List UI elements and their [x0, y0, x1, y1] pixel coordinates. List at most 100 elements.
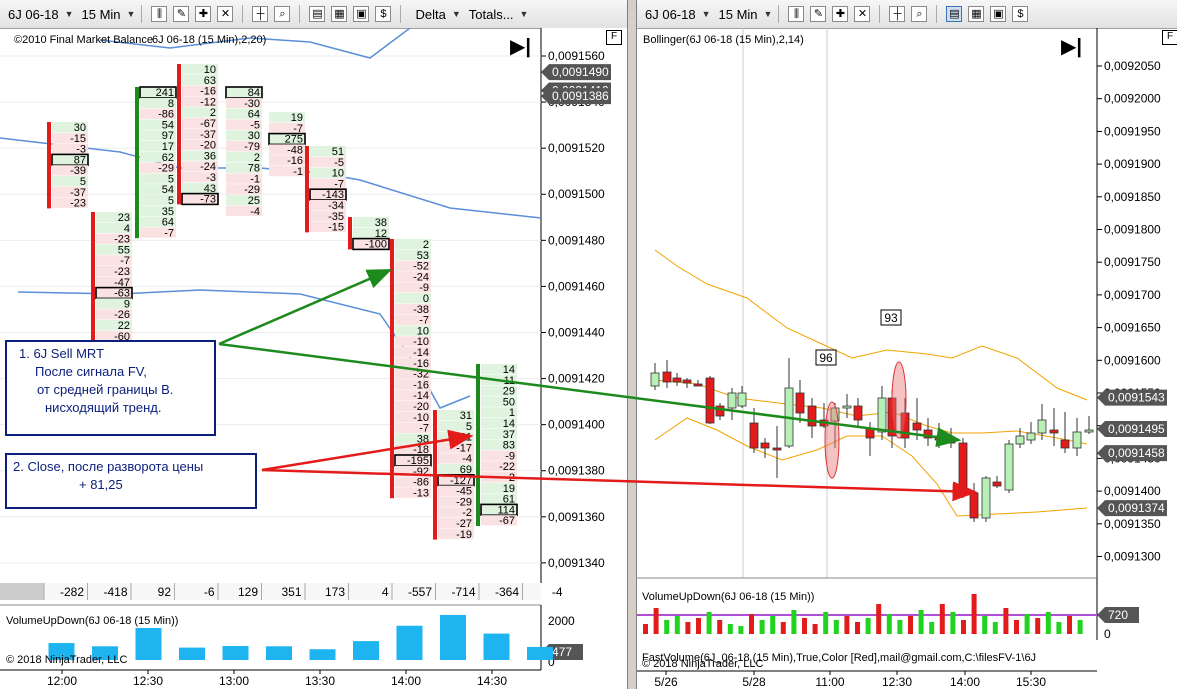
time-tick-label: 12:00	[47, 674, 77, 688]
volume-bar	[1077, 620, 1083, 634]
candle-body	[958, 442, 968, 494]
price-tick-label: 0,0091850	[1104, 190, 1161, 204]
left-chart-toolbar: 6J 06-18 ▼ 15 Min ▼ ⫼ ✎ ✚ ✕ ┼ ⌕ ▤ ▦ ▣ $ De…	[0, 0, 627, 29]
crosshair-icon[interactable]: ┼	[889, 6, 906, 22]
pin-icon[interactable]: ✚	[195, 6, 212, 22]
chart-header-text: ©2010 Final Market Balance	[14, 34, 153, 46]
pencil-icon[interactable]: ✎	[173, 6, 190, 22]
crosshair-icon[interactable]: ┼	[252, 6, 269, 22]
pin-off-icon[interactable]: ✕	[217, 6, 234, 22]
time-tick-label: 5/26	[654, 675, 678, 689]
volume-bar	[353, 641, 379, 660]
dollar-icon[interactable]: $	[1012, 6, 1029, 22]
zoom-icon[interactable]: ⌕	[911, 6, 928, 22]
volume-bar	[865, 618, 871, 634]
window-splitter[interactable]	[627, 0, 637, 689]
volume-bar	[992, 622, 998, 634]
volume-bar	[876, 604, 882, 634]
indicators-icon[interactable]: ▤	[946, 6, 963, 22]
indicators-icon[interactable]: ▤	[309, 6, 326, 22]
chevron-down-icon: ▼	[701, 9, 711, 19]
candle-body	[682, 379, 692, 384]
play-icon[interactable]: ▶|	[510, 34, 531, 59]
totals-row-header	[0, 583, 44, 600]
dollar-icon[interactable]: $	[375, 6, 392, 22]
pencil-icon[interactable]: ✎	[810, 6, 827, 22]
price-marker-label: 0,0091374	[1108, 501, 1165, 515]
bar-style-icon[interactable]: ⫼	[788, 6, 805, 22]
copyright-text: © 2018 NinjaTrader, LLC	[6, 654, 128, 666]
footprint-value: -15	[328, 222, 344, 234]
volume-bar	[440, 614, 466, 660]
price-tick-label: 0,0091600	[1104, 353, 1161, 367]
f-button[interactable]: F	[1162, 30, 1177, 45]
candle-body	[760, 442, 770, 449]
volume-bar	[266, 646, 292, 660]
volume-panel-label: VolumeUpDown(6J 06-18 (15 Min))	[6, 615, 179, 627]
volume-bar	[1014, 620, 1019, 634]
pin-icon[interactable]: ✚	[832, 6, 849, 22]
volume-bar	[802, 618, 807, 634]
chevron-down-icon: ▼	[519, 9, 529, 19]
price-tick-label: 0,0091460	[548, 279, 605, 293]
instrument-selector[interactable]: 6J 06-18 ▼	[645, 7, 711, 22]
chart-trader-icon[interactable]: ▣	[353, 6, 370, 22]
price-tick-label: 0,0091420	[548, 372, 605, 386]
price-marker-label: 0,0091386	[552, 89, 609, 103]
interval-selector[interactable]: 15 Min ▼	[719, 7, 773, 22]
volume-bar	[982, 616, 988, 634]
price-tick-label: 0,0091560	[548, 49, 605, 63]
note2-line1: 2. Close, после разворота цены	[13, 459, 204, 474]
note1-line1: 1. 6J Sell MRT	[19, 346, 105, 361]
bar-style-icon[interactable]: ⫼	[151, 6, 168, 22]
time-tick-label: 14:30	[477, 674, 507, 688]
candlestick-chart[interactable]: 0,0092050 0,0092000 0,0091950 0,0091900 0,00…	[637, 28, 1177, 689]
volume-bar	[971, 594, 977, 634]
indicator-label: 6J 06-18 (15 Min),2,20)	[152, 34, 267, 46]
time-tick-label: 14:00	[391, 674, 421, 688]
volume-bar	[653, 608, 659, 634]
f-button[interactable]: F	[606, 30, 622, 45]
footprint-value: -73	[200, 194, 216, 206]
strategies-icon[interactable]: ▦	[968, 6, 985, 22]
volume-axis-label: 0	[1104, 627, 1111, 641]
note1-line4: нисходящий тренд.	[45, 400, 162, 415]
zoom-icon[interactable]: ⌕	[274, 6, 291, 22]
price-tick-label: 0,0091700	[1104, 288, 1161, 302]
candle-body	[981, 477, 991, 519]
candle-body	[1004, 443, 1014, 491]
volume-bar	[950, 612, 956, 634]
annotation-note-1: 1. 6J Sell MRT После сигнала FV, от сред…	[5, 340, 216, 436]
price-marker-label: 0,0091543	[1108, 391, 1165, 405]
volume-bar	[1056, 622, 1062, 634]
instrument-selector[interactable]: 6J 06-18 ▼	[8, 7, 74, 22]
price-tick-label: 0,0091340	[548, 556, 605, 570]
interval-selector[interactable]: 15 Min ▼	[82, 7, 136, 22]
candle-body	[772, 447, 782, 451]
totals-value: -714	[451, 585, 475, 599]
volume-bar	[717, 620, 723, 634]
footprint-value: -13	[413, 487, 429, 499]
play-icon[interactable]: ▶|	[1061, 34, 1082, 59]
volume-bar	[179, 647, 205, 660]
footprint-bar	[47, 122, 51, 209]
footprint-bar	[91, 212, 95, 342]
signal-ellipse	[891, 361, 907, 439]
totals-selector[interactable]: Totals... ▼	[469, 7, 529, 22]
price-tick-label: 0,0091380	[548, 464, 605, 478]
pin-off-icon[interactable]: ✕	[854, 6, 871, 22]
volume-bar	[1024, 614, 1030, 634]
chart-trader-icon[interactable]: ▣	[990, 6, 1007, 22]
candle-body	[1084, 429, 1094, 433]
strategies-icon[interactable]: ▦	[331, 6, 348, 22]
style-selector[interactable]: Delta ▼	[415, 7, 460, 22]
volume-bar	[1045, 612, 1051, 634]
toolbar-divider	[936, 5, 938, 23]
footprint-bar	[348, 217, 352, 250]
candle-body	[1072, 431, 1082, 449]
volume-bar	[527, 646, 553, 660]
volume-bar	[770, 616, 776, 634]
totals-value: 4	[382, 585, 389, 599]
candle-body	[727, 392, 737, 409]
price-marker-label: 0,0091495	[1108, 422, 1165, 436]
